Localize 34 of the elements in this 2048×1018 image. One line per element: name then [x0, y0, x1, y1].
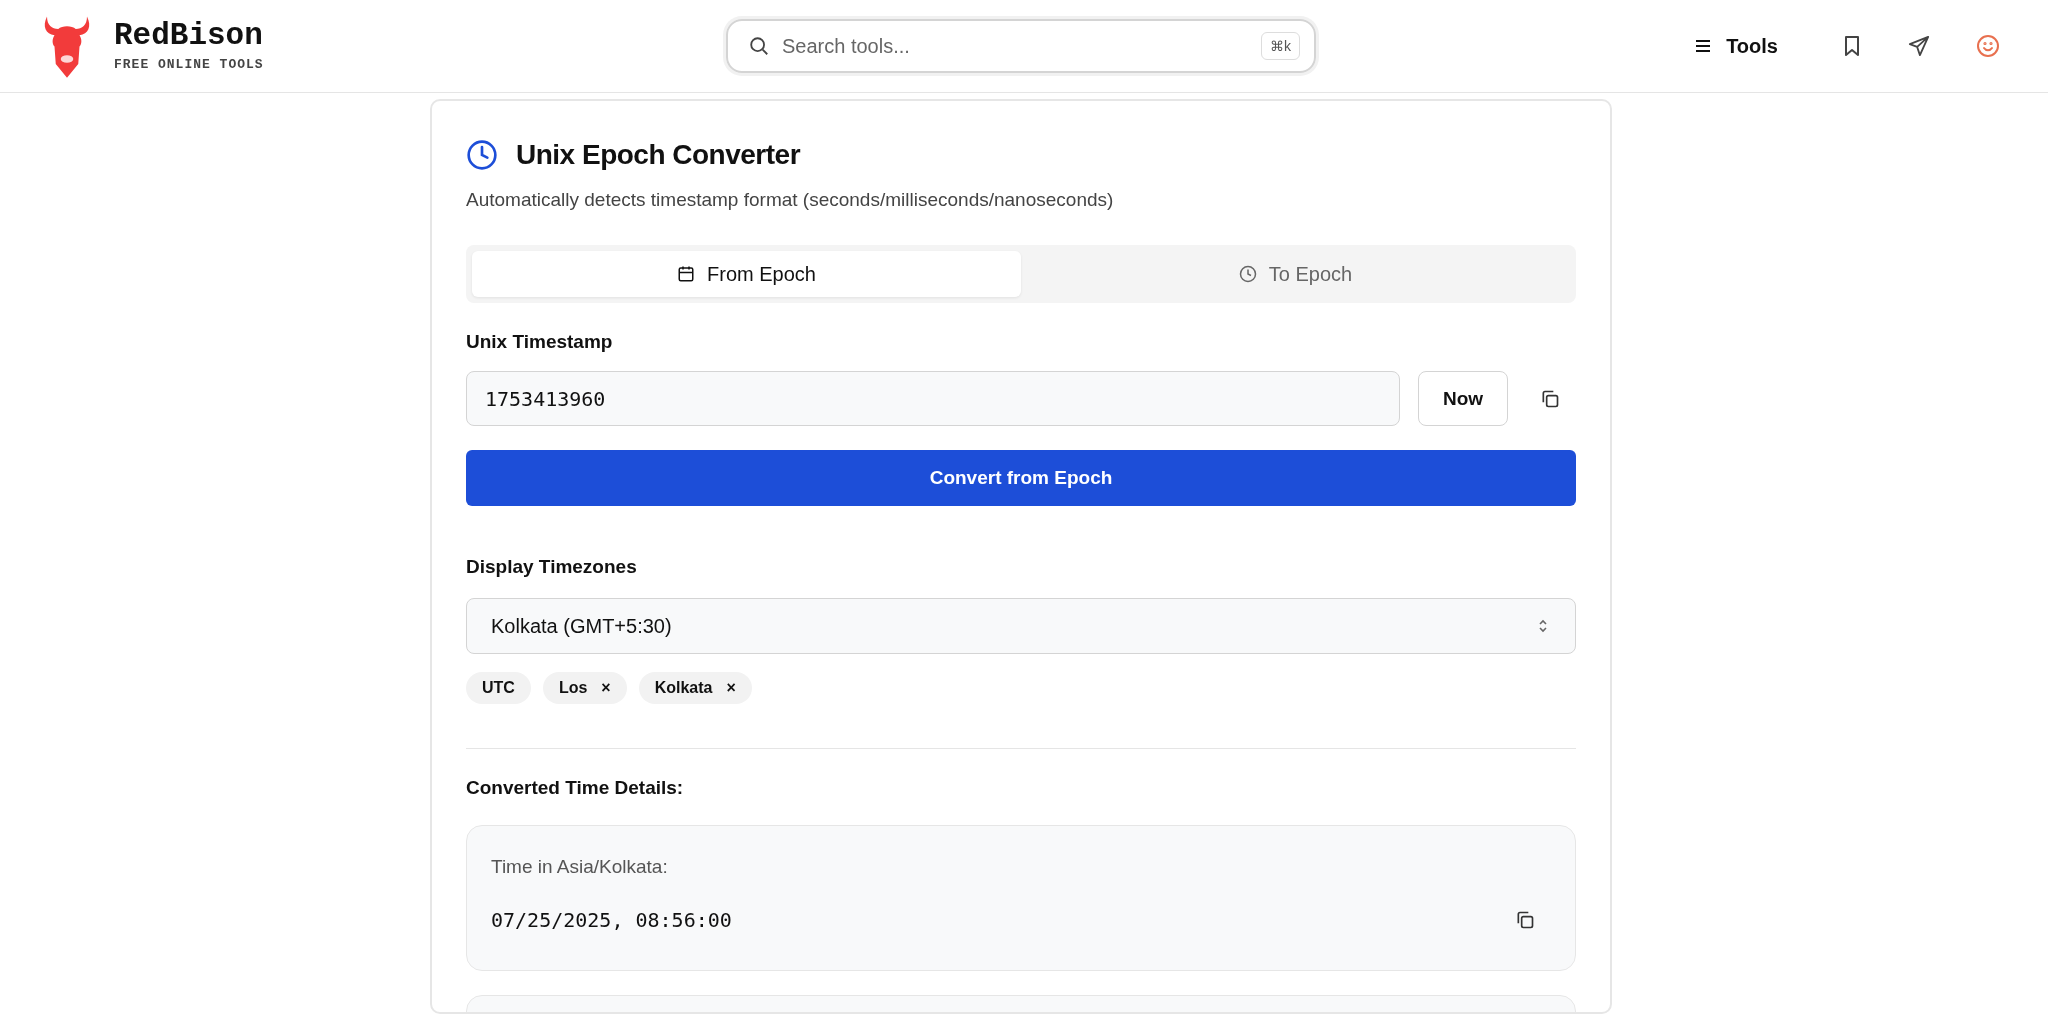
copy-icon[interactable] — [1540, 388, 1560, 409]
calendar-icon — [677, 265, 696, 283]
remove-button[interactable]: × — [726, 679, 736, 697]
brand-name: RedBison — [114, 20, 264, 51]
copy-icon[interactable] — [1515, 910, 1535, 930]
field-label: Display Timezones — [466, 556, 638, 578]
now-button[interactable]: Now — [1418, 371, 1508, 426]
card-subtitle: Automatically detects timestamp format (seconds/milliseconds/nanoseconds) — [466, 189, 1115, 211]
search-placeholder: Search tools... — [782, 34, 911, 58]
convert-button[interactable]: Convert from Epoch — [466, 450, 1576, 506]
tools-menu-button[interactable]: Tools — [1690, 30, 1782, 62]
search-icon — [748, 35, 770, 57]
search-field[interactable]: Search tools... ⌘k — [726, 19, 1316, 73]
send-icon[interactable] — [1908, 35, 1930, 57]
chip-label: Los — [558, 679, 588, 697]
timestamp-input[interactable]: 1753413960 — [466, 371, 1400, 426]
timezone-chip: UTC — [466, 672, 531, 704]
result-value: 07/25/2025, 08:56:00 — [491, 908, 732, 932]
clock-icon — [1238, 265, 1257, 283]
section-label: Converted Time Details: — [466, 777, 685, 799]
result-caption: Time in Asia/Kolkata: — [491, 856, 669, 878]
smiley-icon[interactable] — [1976, 34, 2000, 58]
remove-button[interactable]: × — [601, 679, 611, 697]
tab[interactable]: From Epoch — [472, 251, 1021, 297]
tab[interactable]: To Epoch — [1021, 251, 1570, 297]
clock-icon — [466, 139, 498, 171]
field-label: Unix Timestamp — [466, 331, 614, 353]
chip-label: Kolkata — [654, 679, 713, 697]
brand-tagline: FREE ONLINE TOOLS — [114, 57, 264, 72]
menu-icon — [1694, 37, 1713, 55]
timezone-select[interactable]: Kolkata (GMT+5:30) — [466, 598, 1576, 654]
card-title: Unix Epoch Converter — [516, 139, 801, 171]
shortcut-hint: ⌘k — [1261, 32, 1300, 60]
bookmark-icon[interactable] — [1842, 35, 1862, 57]
